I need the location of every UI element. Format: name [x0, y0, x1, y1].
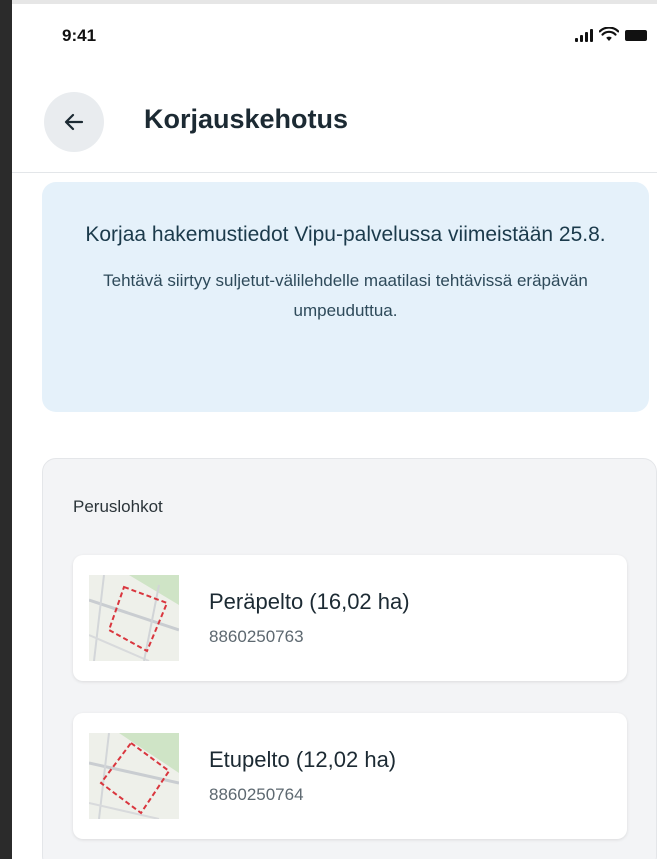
parcel-item[interactable]: Peräpelto (16,02 ha) 8860250763 — [73, 555, 627, 681]
parcel-id: 8860250763 — [209, 627, 304, 646]
app-header: Korjauskehotus — [12, 82, 657, 162]
parcel-map-thumbnail — [89, 575, 179, 661]
header-divider — [12, 172, 657, 173]
phone-screen: 9:41 Korjauskehotus Korjaa hakemustiedot… — [12, 4, 657, 859]
parcel-item[interactable]: Etupelto (12,02 ha) 8860250764 — [73, 713, 627, 839]
arrow-left-icon — [64, 113, 84, 131]
back-button[interactable] — [44, 92, 104, 152]
parcel-map-thumbnail — [89, 733, 179, 819]
battery-icon — [625, 29, 647, 41]
notice-title: Korjaa hakemustiedot Vipu-palvelussa vii… — [85, 223, 606, 246]
status-icons — [575, 27, 647, 43]
parcel-id: 8860250764 — [209, 785, 304, 804]
page-title: Korjauskehotus — [144, 104, 349, 134]
device-frame-edge — [0, 0, 12, 859]
notice-text: Tehtävä siirtyy suljetut-välilehdelle ma… — [103, 271, 588, 320]
wifi-icon — [599, 27, 619, 41]
parcel-name: Etupelto (12,02 ha) — [209, 747, 397, 772]
parcels-label: Peruslohkot — [73, 497, 163, 516]
parcel-name: Peräpelto (16,02 ha) — [209, 589, 410, 614]
signal-icon — [575, 28, 593, 42]
parcels-card: Peruslohkot Peräpelto (16,02 ha) 8860250… — [42, 458, 657, 859]
status-time: 9:41 — [62, 26, 97, 45]
status-bar: 9:41 — [12, 4, 657, 66]
deadline-notice: Korjaa hakemustiedot Vipu-palvelussa vii… — [42, 182, 649, 412]
